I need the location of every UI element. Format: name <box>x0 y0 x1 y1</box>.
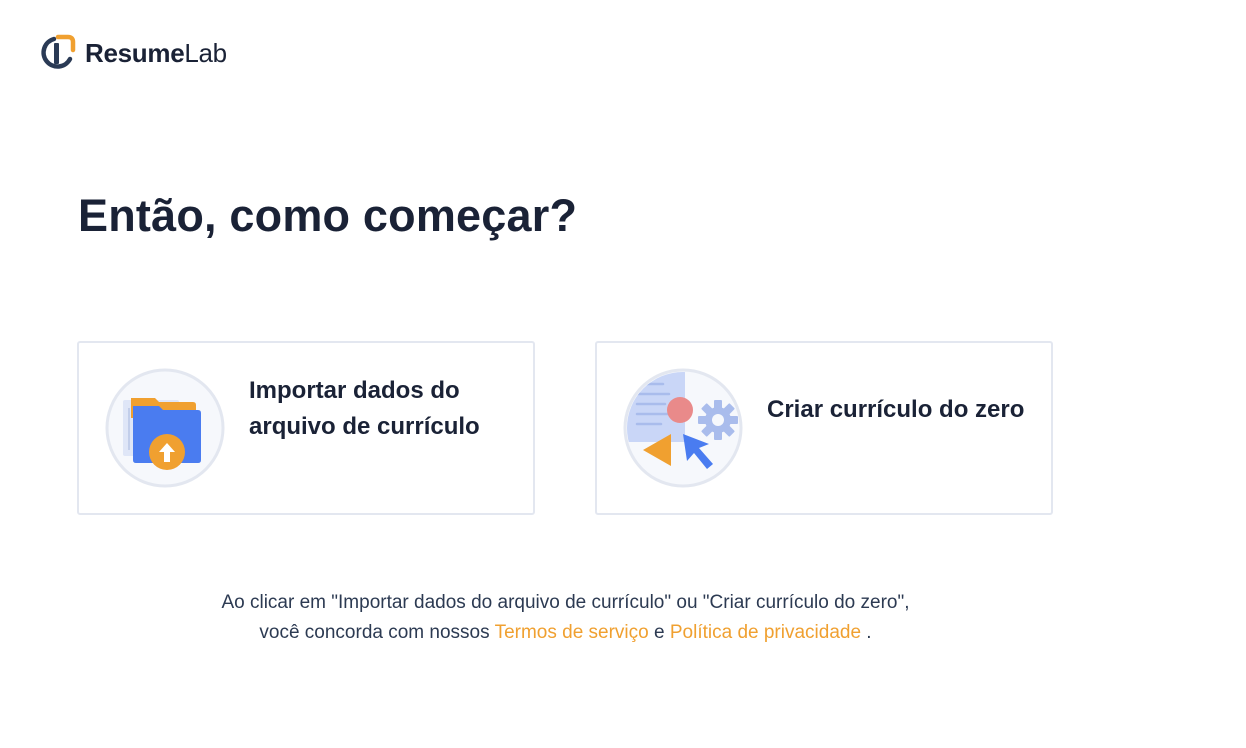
privacy-policy-link[interactable]: Política de privacidade <box>670 622 861 643</box>
create-from-scratch-icon <box>623 368 743 488</box>
terms-notice: Ao clicar em "Importar dados do arquivo … <box>0 588 1131 648</box>
terms-line-2-prefix: você concorda com nossos <box>259 622 495 643</box>
logo-text-bold: Resume <box>85 38 185 68</box>
logo-text: ResumeLab <box>85 40 227 66</box>
logo-text-light: Lab <box>184 38 227 68</box>
create-from-scratch-label: Criar currículo do zero <box>767 396 1025 423</box>
create-from-scratch-card[interactable]: Criar currículo do zero <box>595 341 1053 515</box>
terms-of-service-link[interactable]: Termos de serviço <box>495 622 649 643</box>
terms-line-1: Ao clicar em "Importar dados do arquivo … <box>221 592 910 613</box>
terms-line-2-suffix: . <box>861 622 872 643</box>
resumelab-logo-icon <box>41 34 76 69</box>
folder-upload-icon <box>105 368 225 488</box>
page: ResumeLab Então, como começar? Importar … <box>0 0 1246 748</box>
page-title: Então, como começar? <box>78 190 578 241</box>
terms-conjunction: e <box>648 622 670 643</box>
import-resume-card[interactable]: Importar dados do arquivo de currículo <box>77 341 535 515</box>
resumelab-logo[interactable]: ResumeLab <box>40 34 227 72</box>
import-resume-label: Importar dados do arquivo de currículo <box>249 377 480 440</box>
